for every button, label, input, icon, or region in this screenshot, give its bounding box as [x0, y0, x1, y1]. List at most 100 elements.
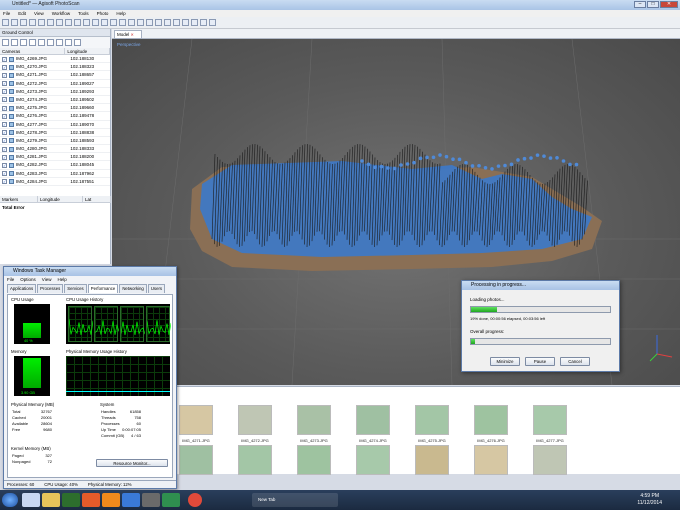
- tm-tab[interactable]: Processes: [37, 284, 64, 293]
- menu-item[interactable]: View: [34, 10, 44, 17]
- toolbar-icon[interactable]: [182, 19, 189, 26]
- toolbar-icon[interactable]: [74, 19, 81, 26]
- col-longitude[interactable]: Longitude: [65, 48, 110, 54]
- camera-row[interactable]: ✓ IMG_4269.JPG 102.188130: [0, 55, 110, 64]
- photo-thumbnail[interactable]: [179, 405, 213, 435]
- menu-item[interactable]: File: [3, 10, 10, 17]
- camera-row[interactable]: ✓ IMG_4276.JPG 102.189478: [0, 112, 110, 121]
- tool-icon[interactable]: [74, 39, 81, 46]
- checkbox[interactable]: ✓: [2, 64, 7, 70]
- app-icon[interactable]: [122, 493, 140, 507]
- camera-row[interactable]: ✓ IMG_4272.JPG 102.189027: [0, 80, 110, 88]
- col-marker-longitude[interactable]: Longitude: [38, 196, 83, 202]
- photo-thumbnail[interactable]: [179, 445, 213, 475]
- tm-tab[interactable]: Services: [64, 284, 87, 293]
- camera-row[interactable]: ✓ IMG_4283.JPG 102.187962: [0, 170, 110, 178]
- taskbar-window-new-tab[interactable]: New Tab: [252, 493, 338, 507]
- col-marker-lat[interactable]: Lat: [83, 196, 111, 202]
- toolbar-icon[interactable]: [173, 19, 180, 26]
- ie-icon[interactable]: [22, 493, 40, 507]
- toolbar-icon[interactable]: [137, 19, 144, 26]
- photo-thumbnail[interactable]: [238, 405, 272, 435]
- tool-icon[interactable]: [47, 39, 54, 46]
- tab-model[interactable]: Model ✕: [114, 30, 142, 39]
- toolbar-icon[interactable]: [83, 19, 90, 26]
- minimize-icon[interactable]: –: [634, 1, 646, 8]
- camera-row[interactable]: ✓ IMG_4282.JPG 102.188045: [0, 161, 110, 170]
- toolbar-icon[interactable]: [29, 19, 36, 26]
- camera-row[interactable]: ✓ IMG_4274.JPG 102.189502: [0, 96, 110, 105]
- start-button[interactable]: [2, 493, 18, 507]
- camera-row[interactable]: ✓ IMG_4273.JPG 102.189293: [0, 88, 110, 96]
- toolbar-icon[interactable]: [128, 19, 135, 26]
- photo-thumbnail[interactable]: [356, 405, 390, 435]
- photo-thumbnail[interactable]: [297, 445, 331, 475]
- photo-thumbnail[interactable]: [356, 445, 390, 475]
- toolbar-icon[interactable]: [191, 19, 198, 26]
- camera-row[interactable]: ✓ IMG_4275.JPG 102.189660: [0, 104, 110, 113]
- camera-row[interactable]: ✓ IMG_4270.JPG 102.188323: [0, 63, 110, 72]
- toolbar-icon[interactable]: [38, 19, 45, 26]
- photo-thumbnail[interactable]: [297, 405, 331, 435]
- checkbox[interactable]: ✓: [2, 171, 7, 177]
- toolbar-icon[interactable]: [92, 19, 99, 26]
- tool-icon[interactable]: [20, 39, 27, 46]
- checkbox[interactable]: ✓: [2, 154, 7, 160]
- tool-icon[interactable]: [2, 39, 9, 46]
- menu-item[interactable]: Workflow: [52, 10, 70, 17]
- tm-tab[interactable]: Applications: [7, 284, 37, 293]
- col-cameras[interactable]: Cameras: [0, 48, 66, 54]
- toolbar-icon[interactable]: [146, 19, 153, 26]
- camera-row[interactable]: ✓ IMG_4284.JPG 102.187551: [0, 178, 110, 186]
- checkbox[interactable]: ✓: [2, 122, 7, 127]
- task-manager-taskbar-icon[interactable]: [162, 493, 180, 507]
- checkbox[interactable]: ✓: [2, 89, 7, 95]
- checkbox[interactable]: ✓: [2, 105, 7, 111]
- checkbox[interactable]: ✓: [2, 146, 7, 152]
- checkbox[interactable]: ✓: [2, 56, 7, 62]
- checkbox[interactable]: ✓: [2, 81, 7, 87]
- tm-menu-item[interactable]: Help: [57, 276, 66, 284]
- photo-thumbnail[interactable]: [533, 445, 567, 475]
- toolbar-icon[interactable]: [11, 19, 18, 26]
- firefox-icon[interactable]: [102, 493, 120, 507]
- app-icon[interactable]: [142, 493, 160, 507]
- camera-row[interactable]: ✓ IMG_4281.JPG 102.188200: [0, 153, 110, 162]
- checkbox[interactable]: ✓: [2, 97, 7, 103]
- toolbar-icon[interactable]: [200, 19, 207, 26]
- camera-row[interactable]: ✓ IMG_4277.JPG 102.189070: [0, 121, 110, 129]
- excel-icon[interactable]: [62, 493, 80, 507]
- checkbox[interactable]: ✓: [2, 162, 7, 168]
- toolbar-icon[interactable]: [20, 19, 27, 26]
- toolbar-icon[interactable]: [101, 19, 108, 26]
- checkbox[interactable]: ✓: [2, 138, 7, 144]
- photo-thumbnail[interactable]: [238, 445, 272, 475]
- system-clock[interactable]: 4:59 PM 11/12/2014: [637, 493, 662, 507]
- window-titlebar[interactable]: Untitled* — Agisoft PhotoScan – □ ✕: [0, 0, 680, 10]
- checkbox[interactable]: ✓: [2, 72, 7, 78]
- photo-thumbnail[interactable]: [533, 405, 567, 435]
- explorer-icon[interactable]: [42, 493, 60, 507]
- tool-icon[interactable]: [38, 39, 45, 46]
- tm-menu-item[interactable]: View: [42, 276, 52, 284]
- maximize-icon[interactable]: □: [647, 1, 659, 8]
- toolbar-icon[interactable]: [119, 19, 126, 26]
- photo-thumbnail[interactable]: [415, 405, 449, 435]
- tool-icon[interactable]: [11, 39, 18, 46]
- toolbar-icon[interactable]: [47, 19, 54, 26]
- camera-row[interactable]: ✓ IMG_4280.JPG 102.188333: [0, 145, 110, 154]
- camera-row[interactable]: ✓ IMG_4278.JPG 102.188838: [0, 129, 110, 137]
- processing-dialog[interactable]: Processing in progress... Loading photos…: [461, 280, 620, 372]
- checkbox[interactable]: ✓: [2, 179, 7, 185]
- checkbox[interactable]: ✓: [2, 130, 7, 136]
- menu-item[interactable]: Help: [116, 10, 125, 17]
- media-player-icon[interactable]: [82, 493, 100, 507]
- toolbar-icon[interactable]: [155, 19, 162, 26]
- cancel-button[interactable]: Cancel: [560, 357, 590, 366]
- menu-item[interactable]: Tools: [78, 10, 89, 17]
- camera-row[interactable]: ✓ IMG_4271.JPG 102.188657: [0, 71, 110, 80]
- photo-thumbnail[interactable]: [415, 445, 449, 475]
- tm-menu-item[interactable]: File: [7, 276, 14, 284]
- toolbar-icon[interactable]: [209, 19, 216, 26]
- tool-icon[interactable]: [56, 39, 63, 46]
